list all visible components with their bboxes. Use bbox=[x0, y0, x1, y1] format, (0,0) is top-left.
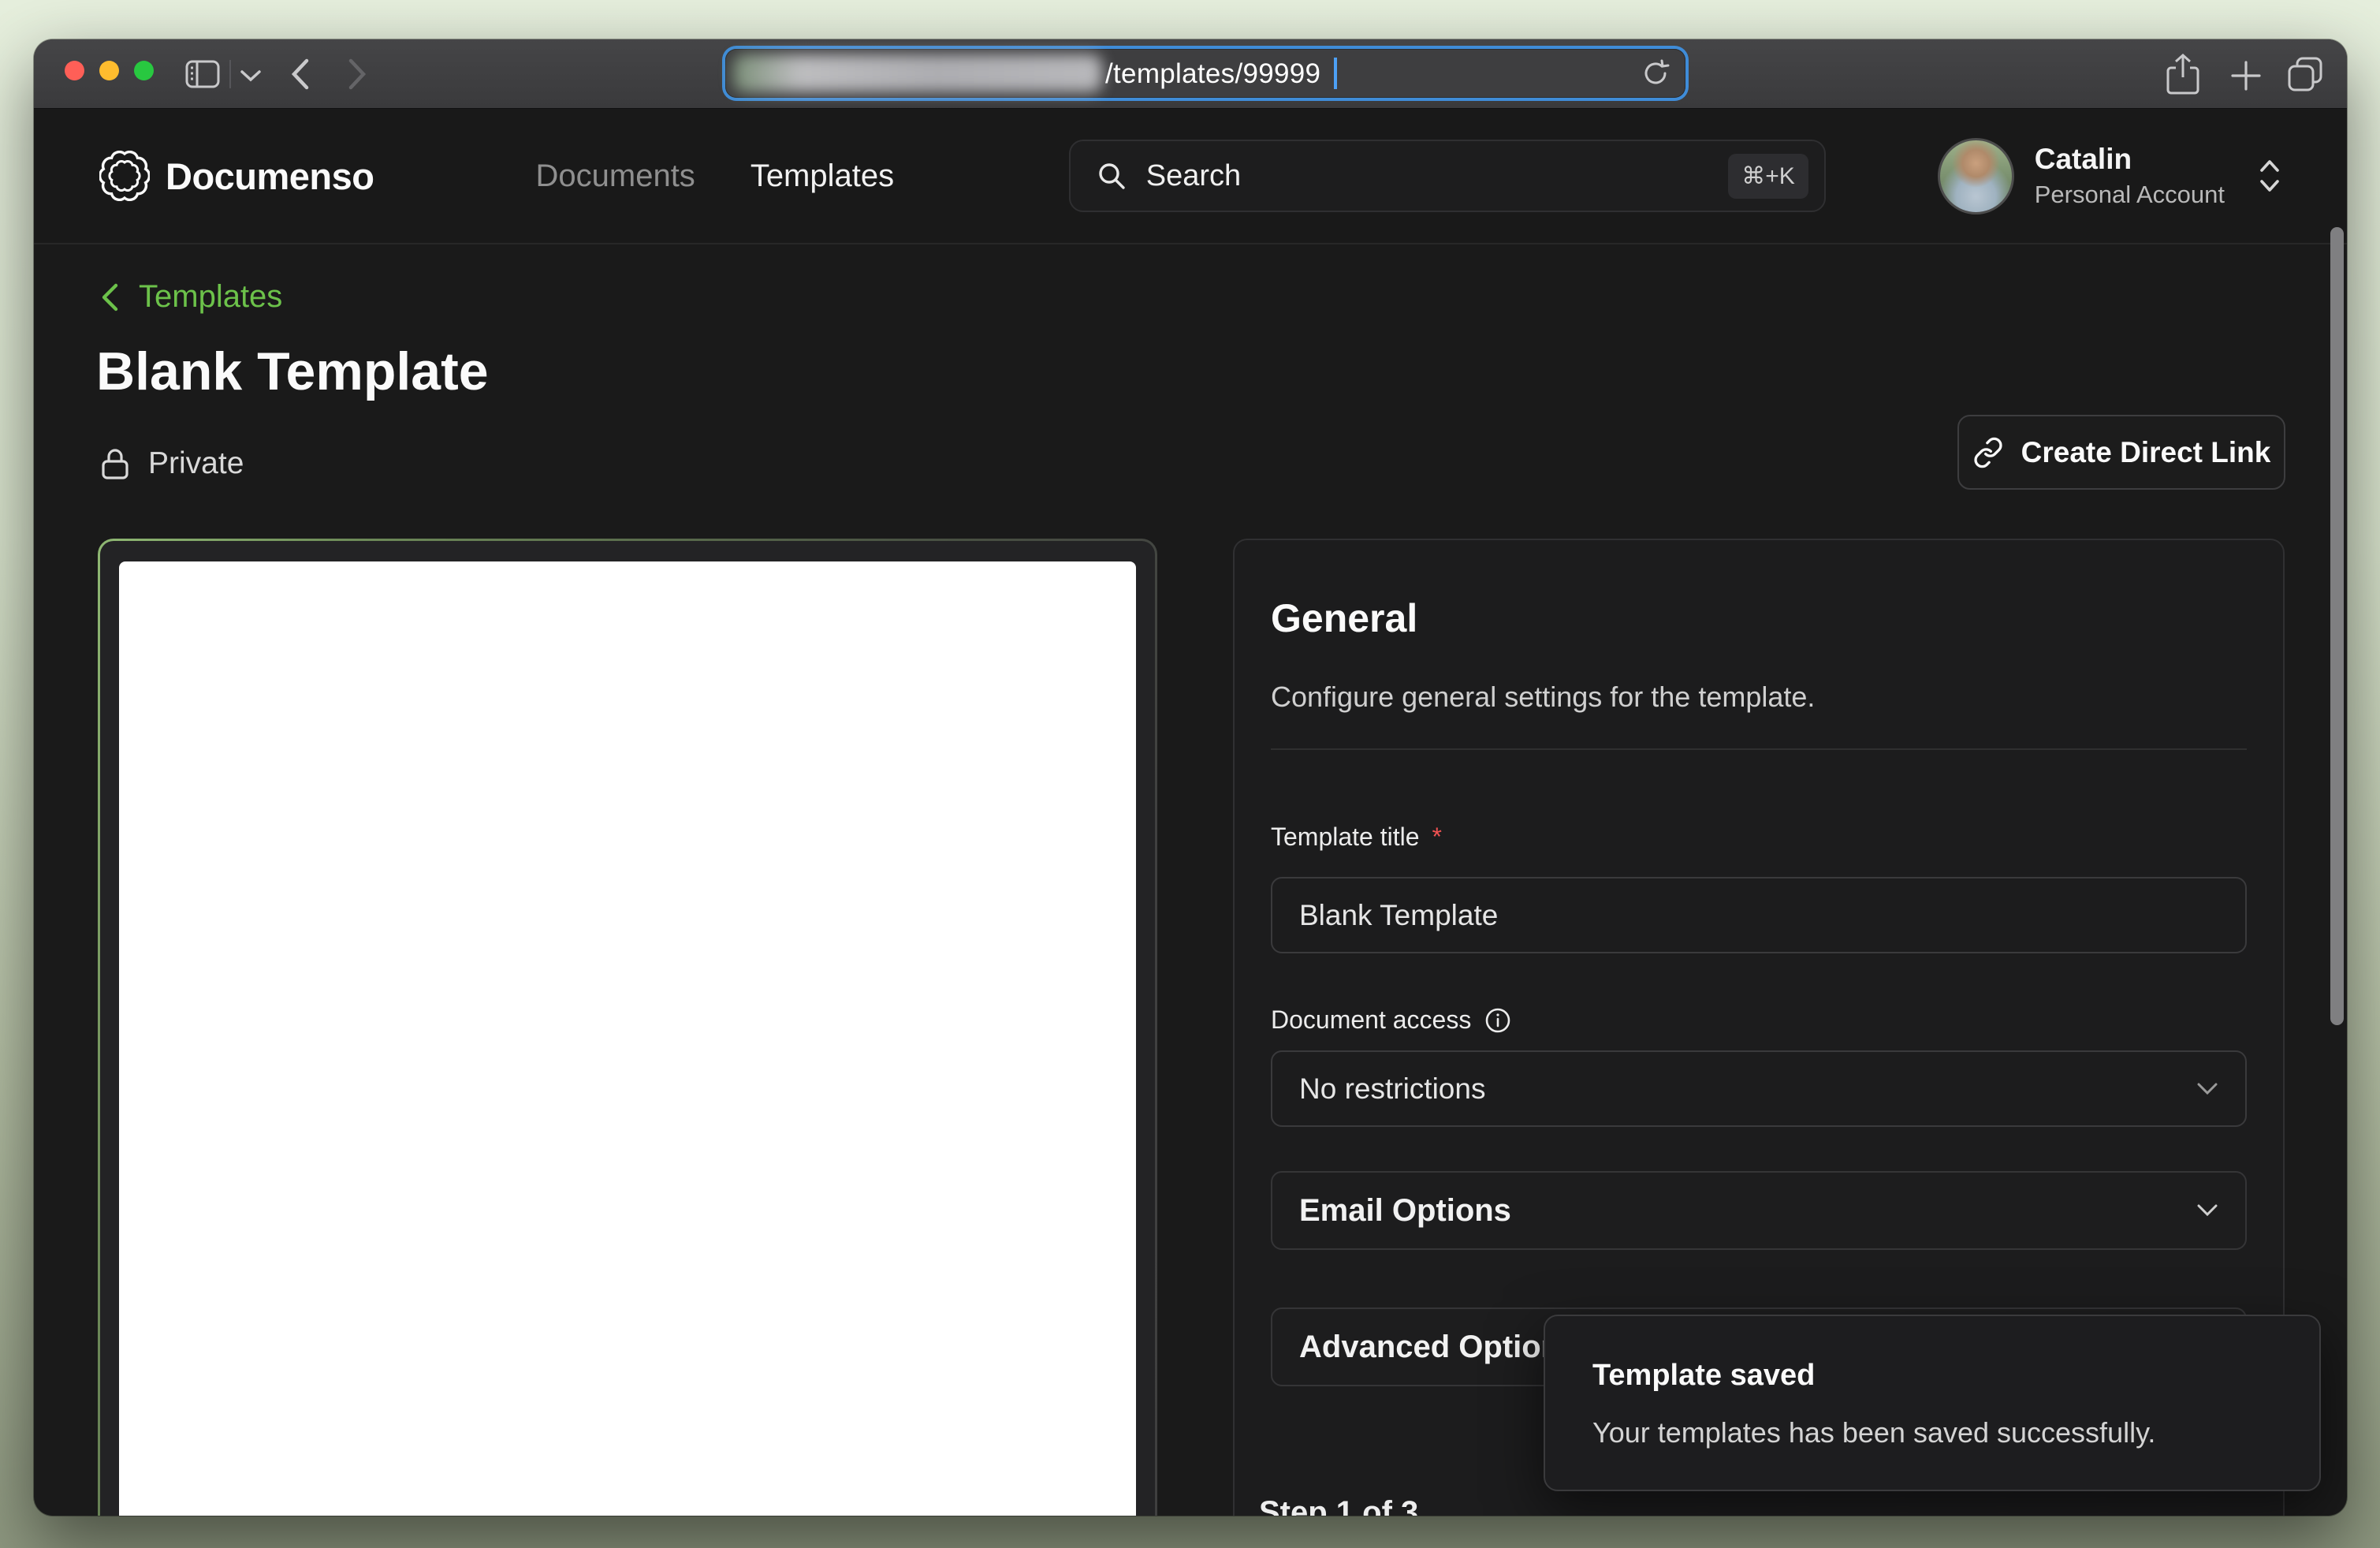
template-title-input[interactable] bbox=[1271, 877, 2247, 953]
new-tab-icon[interactable] bbox=[2230, 60, 2262, 91]
lock-icon bbox=[101, 447, 129, 480]
toolbar-divider bbox=[229, 60, 231, 88]
close-window-button[interactable] bbox=[65, 61, 84, 80]
browser-window: /templates/99999 Documenso Documents bbox=[34, 39, 2347, 1516]
required-marker: * bbox=[1432, 822, 1442, 852]
panel-description: Configure general settings for the templ… bbox=[1271, 681, 2247, 714]
chevron-left-icon bbox=[101, 283, 118, 311]
document-preview-card bbox=[98, 539, 1157, 1516]
breadcrumb-label: Templates bbox=[139, 279, 282, 315]
toast-notification[interactable]: Template saved Your templates has been s… bbox=[1544, 1315, 2321, 1491]
sidebar-toggle-icon[interactable] bbox=[185, 60, 220, 88]
toast-title: Template saved bbox=[1592, 1359, 2272, 1393]
document-page[interactable] bbox=[119, 561, 1136, 1516]
advanced-options-label: Advanced Options bbox=[1299, 1330, 1577, 1365]
search-input[interactable]: Search ⌘+K bbox=[1069, 140, 1826, 212]
share-icon[interactable] bbox=[2166, 54, 2199, 96]
back-icon[interactable] bbox=[291, 58, 310, 90]
minimize-window-button[interactable] bbox=[99, 61, 119, 80]
page-content: Templates Blank Template Private Create … bbox=[34, 244, 2347, 1516]
toast-message: Your templates has been saved successful… bbox=[1592, 1416, 2272, 1449]
search-icon bbox=[1097, 162, 1126, 190]
panel-title: General bbox=[1271, 595, 2247, 641]
search-placeholder: Search bbox=[1146, 159, 1241, 193]
page-title: Blank Template bbox=[96, 341, 489, 402]
document-preview-frame bbox=[100, 541, 1155, 1516]
breadcrumb[interactable]: Templates bbox=[101, 279, 282, 315]
document-access-label: Document access bbox=[1271, 1005, 2247, 1035]
text-caret bbox=[1334, 58, 1337, 89]
scrollbar-thumb[interactable] bbox=[2330, 227, 2344, 1025]
brand-logo[interactable]: Documenso bbox=[99, 151, 374, 201]
create-direct-link-label: Create Direct Link bbox=[2021, 436, 2271, 469]
browser-titlebar: /templates/99999 bbox=[34, 39, 2347, 109]
app-header: Documenso Documents Templates Search ⌘+K… bbox=[34, 109, 2347, 244]
document-access-select[interactable]: No restrictions bbox=[1271, 1050, 2247, 1127]
search-shortcut-badge: ⌘+K bbox=[1728, 154, 1808, 199]
email-options-section[interactable]: Email Options bbox=[1271, 1171, 2247, 1250]
documenso-logo-icon bbox=[99, 151, 150, 201]
address-bar[interactable]: /templates/99999 bbox=[725, 49, 1685, 98]
account-menu[interactable]: Catalin Personal Account bbox=[1938, 138, 2281, 214]
document-access-label-text: Document access bbox=[1271, 1005, 1471, 1035]
brand-name: Documenso bbox=[166, 155, 374, 198]
tab-overview-icon[interactable] bbox=[2286, 55, 2324, 93]
panel-divider bbox=[1271, 748, 2247, 750]
document-access-value: No restrictions bbox=[1299, 1072, 1485, 1106]
zoom-window-button[interactable] bbox=[134, 61, 154, 80]
visibility-label: Private bbox=[148, 446, 244, 481]
traffic-lights bbox=[65, 61, 154, 80]
chevron-down-icon bbox=[2196, 1082, 2218, 1096]
create-direct-link-button[interactable]: Create Direct Link bbox=[1957, 415, 2285, 490]
nav-documents[interactable]: Documents bbox=[536, 159, 695, 194]
template-title-label: Template title * bbox=[1271, 822, 2247, 852]
avatar bbox=[1938, 138, 2014, 214]
account-name: Catalin bbox=[2035, 143, 2225, 177]
chevron-down-icon[interactable] bbox=[240, 69, 261, 82]
nav-templates[interactable]: Templates bbox=[751, 159, 894, 194]
url-blurred-domain bbox=[733, 54, 1102, 92]
chevron-down-icon bbox=[2196, 1203, 2218, 1218]
template-title-label-text: Template title bbox=[1271, 822, 1420, 852]
forward-icon bbox=[348, 58, 367, 90]
info-icon[interactable] bbox=[1484, 1006, 1512, 1035]
link-icon bbox=[1972, 437, 2004, 468]
step-indicator: Step 1 of 3 bbox=[1259, 1495, 1418, 1516]
reload-icon[interactable] bbox=[1641, 59, 1670, 88]
chevron-up-down-icon bbox=[2258, 159, 2281, 193]
url-path-text: /templates/99999 bbox=[1105, 58, 1320, 90]
email-options-label: Email Options bbox=[1299, 1193, 1511, 1229]
main-nav: Documents Templates bbox=[536, 159, 895, 194]
visibility-status: Private bbox=[101, 446, 244, 481]
account-type: Personal Account bbox=[2035, 181, 2225, 209]
